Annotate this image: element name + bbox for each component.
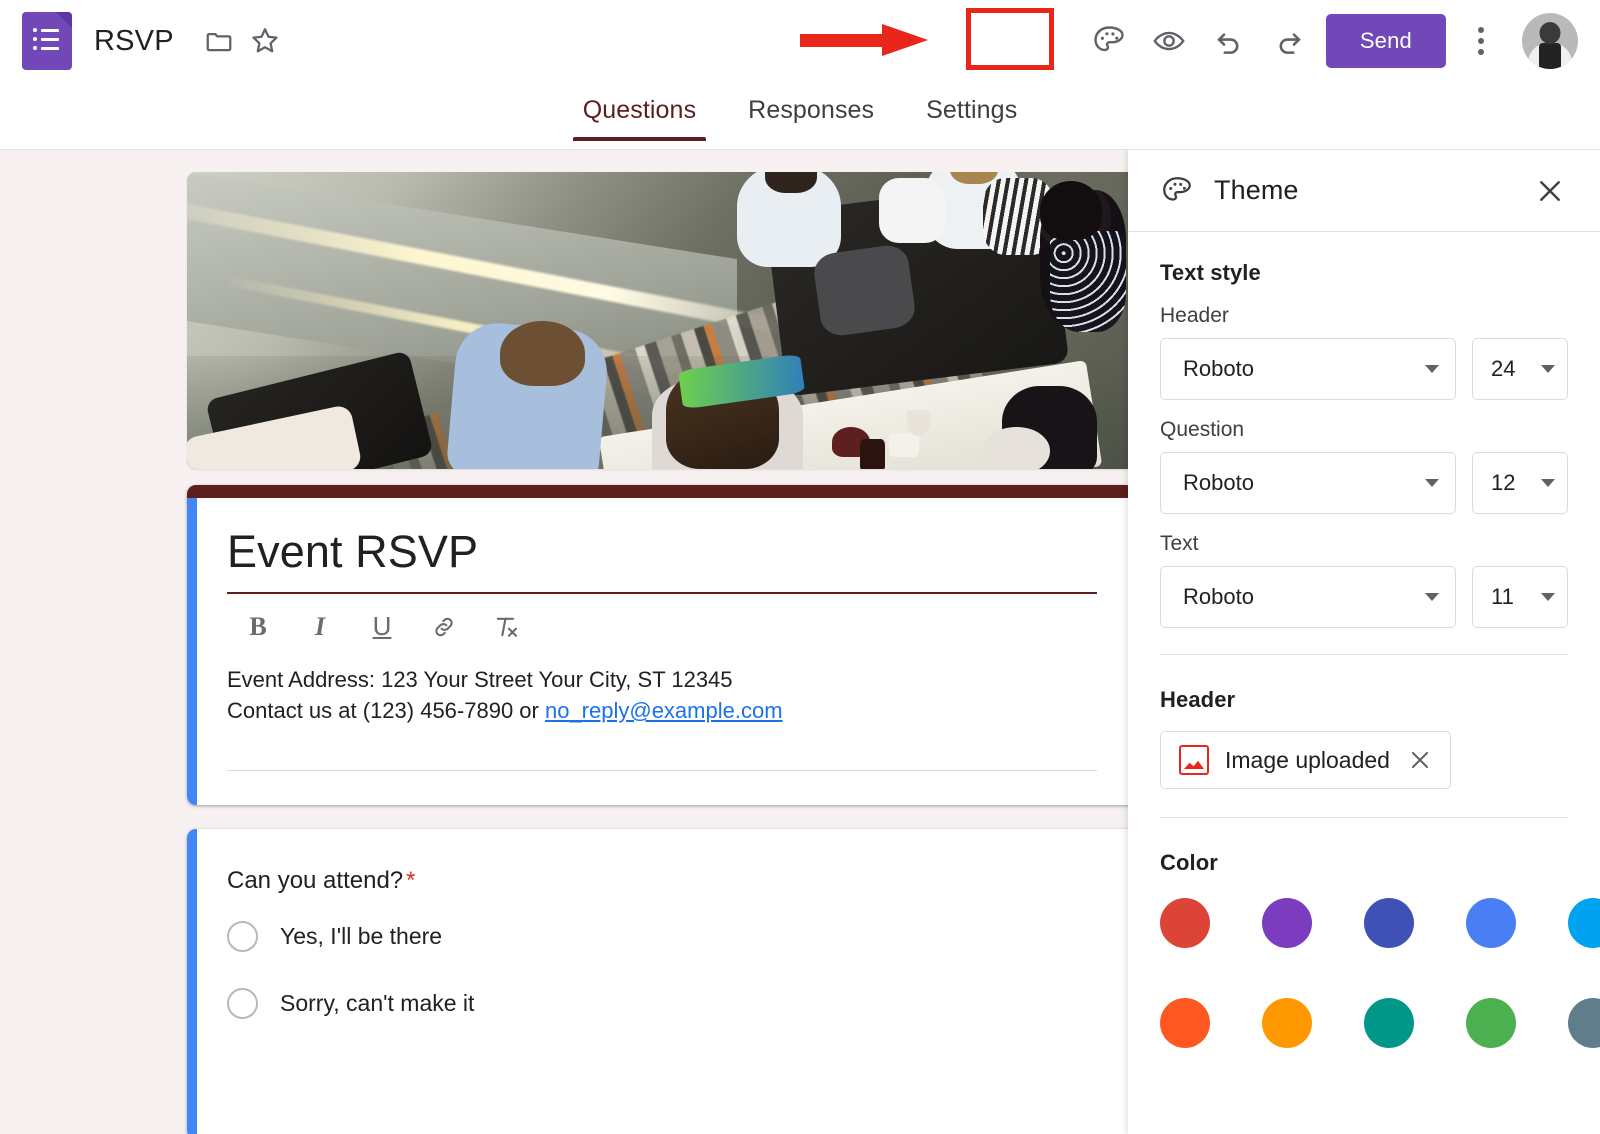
question-text: Can you attend? bbox=[227, 867, 404, 895]
header-font-value: Roboto bbox=[1183, 356, 1254, 381]
image-uploaded-chip[interactable]: Image uploaded bbox=[1160, 731, 1451, 789]
header-heading: Header bbox=[1160, 687, 1236, 712]
color-swatch[interactable] bbox=[1466, 898, 1516, 948]
color-swatch[interactable] bbox=[1364, 898, 1414, 948]
more-options-icon[interactable] bbox=[1458, 18, 1504, 64]
redo-icon[interactable] bbox=[1266, 18, 1312, 64]
color-swatch[interactable] bbox=[1568, 998, 1600, 1048]
color-swatch[interactable] bbox=[1466, 998, 1516, 1048]
header-size-value: 24 bbox=[1491, 356, 1516, 381]
theme-button-highlight bbox=[966, 8, 1054, 70]
text-font-value: Roboto bbox=[1183, 584, 1254, 609]
question-title[interactable]: Can you attend? * bbox=[227, 867, 1097, 895]
undo-icon[interactable] bbox=[1206, 18, 1252, 64]
form-description-line-2: Contact us at (123) 456-7890 or no_reply… bbox=[227, 695, 1097, 726]
color-section: Color bbox=[1128, 828, 1600, 1058]
section-divider bbox=[1160, 654, 1568, 655]
contact-email-link[interactable]: no_reply@example.com bbox=[545, 698, 783, 723]
image-uploaded-label: Image uploaded bbox=[1225, 746, 1390, 773]
color-swatch-grid bbox=[1160, 898, 1600, 1048]
question-size-select[interactable]: 12 bbox=[1472, 452, 1568, 514]
preview-icon[interactable] bbox=[1146, 18, 1192, 64]
color-swatch[interactable] bbox=[1160, 898, 1210, 948]
tab-responses[interactable]: Responses bbox=[722, 82, 900, 141]
form-title[interactable]: Event RSVP bbox=[227, 526, 1097, 594]
text-size-value: 11 bbox=[1491, 584, 1514, 609]
editor-tabs: Questions Responses Settings bbox=[0, 82, 1600, 150]
form-column: Event RSVP B I U Event Address: 123 Your… bbox=[187, 172, 1135, 1134]
question-font-value: Roboto bbox=[1183, 470, 1254, 495]
contact-prefix: Contact us at (123) 456-7890 or bbox=[227, 697, 545, 723]
top-app-bar: RSVP Send bbox=[0, 0, 1600, 82]
required-marker: * bbox=[406, 867, 416, 895]
palette-icon bbox=[1160, 174, 1194, 208]
theme-color-stripe bbox=[187, 485, 1135, 498]
tab-settings[interactable]: Settings bbox=[900, 82, 1043, 141]
color-swatch[interactable] bbox=[1262, 898, 1312, 948]
document-title[interactable]: RSVP bbox=[94, 25, 174, 58]
bold-icon[interactable]: B bbox=[239, 608, 277, 646]
move-to-folder-icon[interactable] bbox=[196, 18, 242, 64]
color-swatch[interactable] bbox=[1262, 998, 1312, 1048]
header-font-label: Header bbox=[1160, 304, 1229, 327]
text-style-heading: Text style bbox=[1160, 260, 1261, 285]
header-section: Header Image uploaded bbox=[1128, 665, 1600, 828]
google-forms-logo bbox=[22, 12, 72, 70]
theme-panel: Theme Text style Header Roboto 24 Questi… bbox=[1128, 150, 1600, 1134]
link-icon[interactable] bbox=[425, 608, 463, 646]
header-font-select[interactable]: Roboto bbox=[1160, 338, 1456, 400]
question-card[interactable]: Can you attend? * Yes, I'll be there Sorr… bbox=[187, 829, 1135, 1134]
header-size-select[interactable]: 24 bbox=[1472, 338, 1568, 400]
underline-icon[interactable]: U bbox=[363, 608, 401, 646]
chevron-down-icon bbox=[1541, 365, 1555, 373]
description-underline bbox=[227, 770, 1097, 772]
star-icon[interactable] bbox=[242, 18, 288, 64]
annotation-arrow bbox=[800, 24, 928, 56]
theme-panel-header: Theme bbox=[1128, 150, 1600, 232]
remove-image-icon[interactable] bbox=[1406, 746, 1434, 774]
theme-panel-body: Text style Header Roboto 24 Question Rob… bbox=[1128, 232, 1600, 1134]
text-font-label: Text bbox=[1160, 532, 1199, 555]
option-label: Sorry, can't make it bbox=[280, 990, 475, 1017]
theme-button[interactable] bbox=[1086, 18, 1132, 64]
text-size-select[interactable]: 11 bbox=[1472, 566, 1568, 628]
form-description[interactable]: Event Address: 123 Your Street Your City… bbox=[227, 658, 1097, 726]
radio-icon[interactable] bbox=[227, 988, 258, 1020]
chevron-down-icon bbox=[1425, 593, 1439, 601]
form-description-line-1: Event Address: 123 Your Street Your City… bbox=[227, 666, 733, 692]
option-label: Yes, I'll be there bbox=[280, 923, 443, 950]
radio-icon[interactable] bbox=[227, 921, 258, 953]
question-selected-accent bbox=[187, 829, 197, 1134]
text-font-select[interactable]: Roboto bbox=[1160, 566, 1456, 628]
color-heading: Color bbox=[1160, 850, 1218, 875]
send-button[interactable]: Send bbox=[1325, 14, 1446, 68]
close-icon[interactable] bbox=[1530, 171, 1570, 211]
avatar[interactable] bbox=[1522, 13, 1578, 69]
tab-questions[interactable]: Questions bbox=[557, 82, 722, 141]
italic-icon[interactable]: I bbox=[301, 608, 339, 646]
form-title-card[interactable]: Event RSVP B I U Event Address: 123 Your… bbox=[187, 485, 1135, 806]
question-font-label: Question bbox=[1160, 418, 1245, 441]
color-swatch[interactable] bbox=[1364, 998, 1414, 1048]
option-row[interactable]: Sorry, can't make it bbox=[227, 988, 1097, 1020]
section-divider bbox=[1160, 817, 1568, 818]
option-row[interactable]: Yes, I'll be there bbox=[227, 921, 1097, 953]
chevron-down-icon bbox=[1425, 365, 1439, 373]
color-swatch[interactable] bbox=[1568, 898, 1600, 948]
card-selected-accent bbox=[187, 498, 197, 806]
text-style-section: Text style Header Roboto 24 Question Rob… bbox=[1128, 232, 1600, 665]
chevron-down-icon bbox=[1541, 593, 1555, 601]
form-header-image[interactable] bbox=[187, 172, 1135, 469]
question-size-value: 12 bbox=[1491, 470, 1516, 495]
image-icon bbox=[1179, 745, 1209, 775]
clear-formatting-icon[interactable] bbox=[487, 608, 525, 646]
chevron-down-icon bbox=[1541, 479, 1555, 487]
color-swatch[interactable] bbox=[1160, 998, 1210, 1048]
theme-panel-title: Theme bbox=[1214, 175, 1299, 205]
chevron-down-icon bbox=[1425, 479, 1439, 487]
rich-text-toolbar: B I U bbox=[227, 594, 1097, 658]
google-forms-editor: RSVP Send Questions Responses Settings E… bbox=[0, 0, 1600, 1134]
question-font-select[interactable]: Roboto bbox=[1160, 452, 1456, 514]
